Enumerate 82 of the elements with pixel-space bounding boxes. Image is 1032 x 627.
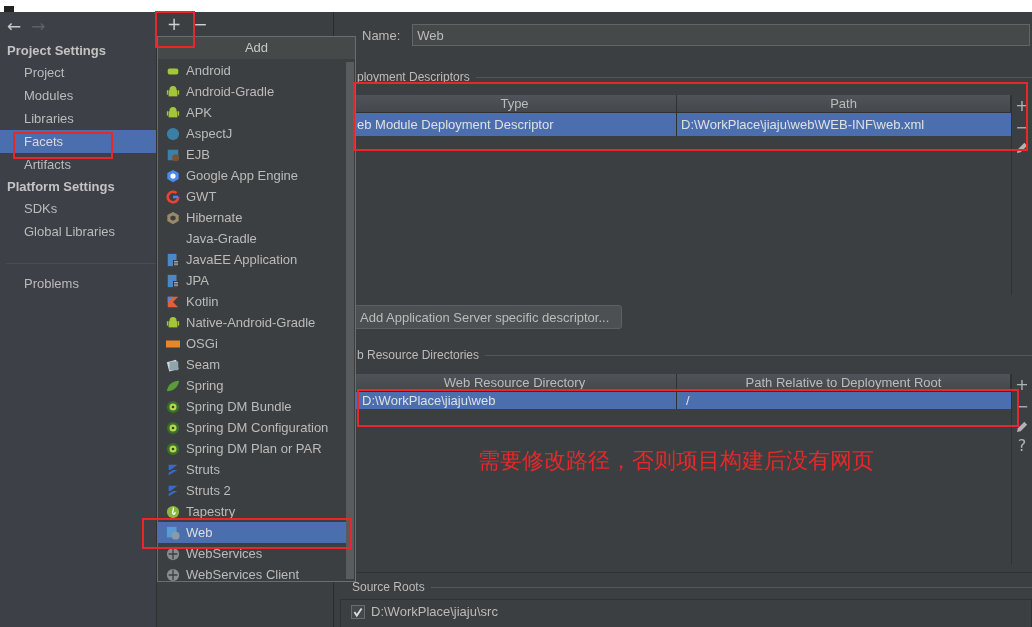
menu-title: Add	[158, 37, 355, 59]
sidebar-item[interactable]: Problems	[0, 272, 156, 295]
hexagon-icon	[166, 210, 180, 225]
back-button[interactable]: ←	[2, 16, 27, 36]
column-header[interactable]: Path	[677, 95, 1011, 112]
section-heading: Platform Settings	[6, 178, 116, 196]
name-field[interactable]: Web	[412, 24, 1030, 46]
menu-item[interactable]: WebServices Client	[158, 564, 346, 585]
android-icon	[166, 84, 180, 99]
sidebar-item[interactable]: Global Libraries	[0, 220, 156, 243]
sphere-icon	[166, 399, 180, 414]
menu-item[interactable]: Java-Gradle	[158, 228, 346, 249]
menu-item[interactable]: JPA	[158, 270, 346, 291]
edit-icon[interactable]	[1015, 141, 1029, 154]
menu-item[interactable]: Android	[158, 60, 346, 81]
group-title: Source Roots	[352, 580, 425, 594]
remove-button[interactable]: −	[189, 14, 212, 34]
group-title: b Resource Directories	[357, 348, 480, 362]
paper-stack-icon	[166, 357, 180, 372]
page-globe-icon	[166, 525, 180, 540]
sidebar-item[interactable]: Libraries	[0, 107, 156, 130]
menu-item[interactable]: OSGi	[158, 333, 346, 354]
sidebar-item[interactable]: Facets	[0, 130, 156, 153]
sphere-icon	[166, 441, 180, 456]
menu-item[interactable]: Kotlin	[158, 291, 346, 312]
triangle-icon	[166, 294, 180, 309]
menu-item[interactable]: Hibernate	[158, 207, 346, 228]
menu-item[interactable]: EJB	[158, 144, 346, 165]
menu-item[interactable]: Spring DM Configuration	[158, 417, 346, 438]
square-icon	[166, 147, 180, 162]
document-icon	[166, 273, 180, 288]
android-icon	[166, 315, 180, 330]
zigzag-icon	[166, 462, 180, 477]
app-icon	[4, 6, 14, 12]
menu-item[interactable]: AspectJ	[158, 123, 346, 144]
ring-icon	[166, 189, 180, 204]
section-heading: Project Settings	[6, 42, 107, 60]
table-row[interactable]: D:\WorkPlace\jiaju\web /	[353, 392, 1011, 409]
menu-item[interactable]: Spring DM Bundle	[158, 396, 346, 417]
menu-item[interactable]: JavaEE Application	[158, 249, 346, 270]
document-icon	[166, 252, 180, 267]
zigzag-icon	[166, 483, 180, 498]
menu-item[interactable]: APK	[158, 102, 346, 123]
circle-icon	[166, 126, 180, 141]
checkbox[interactable]	[351, 604, 365, 619]
menu-item[interactable]: Seam	[158, 354, 346, 375]
sidebar-item[interactable]: Project	[0, 61, 156, 84]
table-cell-text: D:\WorkPlace\jiaju\web\WEB-INF\web.xml	[680, 116, 926, 134]
menu-item[interactable]: Android-Gradle	[158, 81, 346, 102]
name-label: Name:	[362, 27, 401, 43]
sidebar-item[interactable]: SDKs	[0, 197, 156, 220]
source-root-label: D:\WorkPlace\jiaju\src	[371, 604, 498, 619]
annotation-note: 需要修改路径，否则项目构建后没有网页	[478, 447, 874, 475]
add-button[interactable]: +	[1015, 97, 1029, 115]
menu-item[interactable]: Spring DM Plan or PAR	[158, 438, 346, 459]
help-button[interactable]: ?	[1017, 437, 1027, 455]
column-header[interactable]: Path Relative to Deployment Root	[677, 374, 1011, 391]
sidebar-item[interactable]: Artifacts	[0, 153, 156, 176]
menu-item[interactable]: Struts 2	[158, 480, 346, 501]
annotation-frame	[155, 11, 195, 48]
group-title: ployment Descriptors	[357, 70, 470, 84]
menu-item[interactable]: Native-Android-Gradle	[158, 312, 346, 333]
menu-item[interactable]: Web	[158, 522, 346, 543]
menu-item[interactable]: Spring	[158, 375, 346, 396]
table-row[interactable]: eb Module Deployment Descriptor D:\WorkPlace\jiaju\web\WEB-INF\web.xml	[353, 113, 1011, 136]
hexagon-icon	[166, 168, 180, 183]
sphere-icon	[166, 420, 180, 435]
edit-icon[interactable]	[1015, 420, 1029, 433]
menu-item[interactable]: GWT	[158, 186, 346, 207]
add-button[interactable]: +	[1015, 376, 1029, 394]
leaf-icon	[166, 378, 180, 393]
menu-item[interactable]: Struts	[158, 459, 346, 480]
globe-icon	[166, 546, 180, 561]
menu-item[interactable]: Google App Engine	[158, 165, 346, 186]
scrollbar[interactable]	[346, 62, 354, 579]
android-icon	[166, 105, 180, 120]
flame-icon	[166, 504, 180, 519]
table-cell-text: /	[685, 392, 691, 409]
sidebar-item[interactable]: Modules	[0, 84, 156, 107]
menu-item[interactable]: Tapestry	[158, 501, 346, 522]
add-button[interactable]: +	[163, 14, 186, 34]
menu-item[interactable]: WebServices	[158, 543, 346, 564]
